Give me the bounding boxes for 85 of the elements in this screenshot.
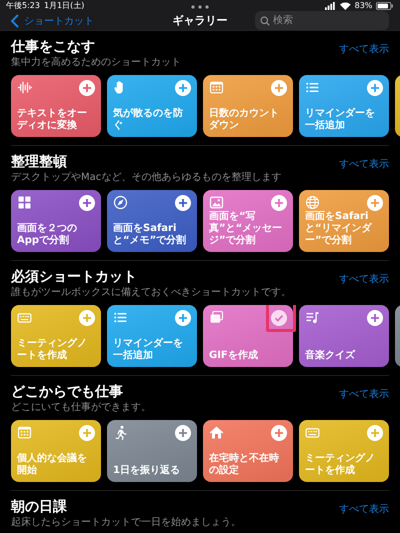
battery-percent: 83%	[354, 1, 372, 10]
house-icon	[209, 425, 224, 440]
see-all-link[interactable]: すべて表示	[339, 272, 389, 286]
shortcut-card[interactable]: 個人的な会議を開始	[11, 420, 101, 482]
shortcut-card[interactable]: 音楽クイズ	[299, 305, 389, 367]
card-title: 日数のカウントダウン	[209, 108, 280, 132]
keyboard-icon	[305, 425, 320, 440]
shortcut-card[interactable]: ミーティングノートを作成	[11, 305, 101, 367]
shortcut-card[interactable]: リマインダーを一括追加	[299, 75, 389, 137]
section-title: どこからでも仕事	[11, 383, 124, 401]
back-link[interactable]: ショートカット	[24, 14, 94, 28]
shortcut-card[interactable]: GIFを作成	[203, 305, 293, 367]
battery-icon	[376, 2, 394, 10]
card-title: 在宅時と不在時の設定	[209, 453, 280, 477]
see-all-link[interactable]: すべて表示	[339, 42, 389, 56]
add-button[interactable]	[79, 195, 95, 211]
shortcut-card[interactable]: 1日を振り返る	[107, 420, 197, 482]
multitasking-dots-icon[interactable]	[191, 5, 209, 9]
card-title: GIFを作成	[209, 350, 259, 362]
shortcut-card[interactable]: リマインダーを一括追加	[107, 305, 197, 367]
music-list-icon	[305, 310, 320, 325]
wifi-icon	[340, 2, 351, 10]
signal-icon	[325, 2, 336, 10]
card-title: 個人的な会議を開始	[17, 453, 88, 477]
back-chevron-icon[interactable]	[11, 14, 19, 28]
see-all-link[interactable]: すべて表示	[339, 157, 389, 171]
add-button[interactable]	[367, 80, 383, 96]
shortcut-card[interactable]: 気が散るのを防ぐ	[107, 75, 197, 137]
card-title: ミーティングノートを作成	[305, 453, 376, 477]
list-icon	[113, 310, 128, 325]
shortcut-card[interactable]: 日数のカウントダウン	[203, 75, 293, 137]
shortcut-card[interactable]: テキストをオーディオに変換	[11, 75, 101, 137]
section-subtitle: 起床したらショートカットで一日を始めましょう。	[11, 516, 241, 529]
search-field[interactable]: 検索	[255, 11, 389, 30]
card-title: リマインダーを一括追加	[113, 338, 184, 362]
see-all-link[interactable]: すべて表示	[339, 502, 389, 516]
card-title: 音楽クイズ	[305, 350, 356, 362]
add-button[interactable]	[271, 195, 287, 211]
add-button[interactable]	[175, 80, 191, 96]
section-subtitle: 誰もがツールボックスに備えておくべきショートカットです。	[11, 286, 291, 299]
add-button[interactable]	[175, 195, 191, 211]
section-title: 朝の日課	[11, 498, 68, 516]
status-time: 午後5:23	[6, 0, 40, 11]
keyboard-icon	[17, 310, 32, 325]
shortcut-card[interactable]: 画面を“写真”と“メッセージ”で分割	[203, 190, 293, 252]
shortcut-card[interactable]: 画面を２つのAppで分割	[11, 190, 101, 252]
added-check-button[interactable]	[271, 310, 287, 326]
image-icon	[209, 195, 224, 210]
card-title: 画面をSafariと“リマインダー”で分割	[305, 211, 373, 247]
list-icon	[305, 80, 320, 95]
add-button[interactable]	[175, 425, 191, 441]
status-date: 1月1日(土)	[44, 0, 84, 11]
card-title: 画面を２つのAppで分割	[17, 223, 78, 247]
add-button[interactable]	[271, 425, 287, 441]
calendar-icon	[209, 80, 224, 95]
compass-icon	[113, 195, 128, 210]
section-subtitle: デスクトップやMacなど、その他あらゆるものを整理します	[11, 171, 282, 184]
photos-icon	[209, 310, 224, 325]
search-icon	[260, 16, 270, 26]
waveform-icon	[17, 80, 32, 95]
globe-icon	[305, 195, 320, 210]
section-title: 必須ショートカット	[11, 268, 138, 286]
section-title: 整理整頓	[11, 153, 68, 171]
see-all-link[interactable]: すべて表示	[339, 387, 389, 401]
section-subtitle: どこにいても仕事ができます。	[11, 401, 151, 414]
card-title: 気が散るのを防ぐ	[113, 108, 184, 132]
grid-icon	[17, 195, 32, 210]
add-button[interactable]	[175, 310, 191, 326]
card-title: テキストをオーディオに変換	[17, 108, 88, 132]
card-title: ミーティングノートを作成	[17, 338, 88, 362]
shortcut-card[interactable]: 画面をSafariと“メモ”で分割	[107, 190, 197, 252]
card-title: 画面を“写真”と“メッセージ”で分割	[209, 211, 284, 247]
card-title: リマインダーを一括追加	[305, 108, 376, 132]
window-title: ギャラリー	[172, 13, 228, 28]
card-title: 画面をSafariと“メモ”で分割	[113, 223, 188, 247]
section-title: 仕事をこなす	[11, 38, 96, 56]
shortcut-card[interactable]: 画面をSafariと“リマインダー”で分割	[299, 190, 389, 252]
add-button[interactable]	[367, 310, 383, 326]
section-subtitle: 集中力を高めるためのショートカット	[11, 56, 181, 69]
calendar-icon	[17, 425, 32, 440]
card-title: 1日を振り返る	[113, 465, 181, 477]
shortcut-card[interactable]: ミーティングノートを作成	[299, 420, 389, 482]
add-button[interactable]	[79, 80, 95, 96]
running-figure-icon	[113, 425, 128, 440]
shortcut-card[interactable]: 在宅時と不在時の設定	[203, 420, 293, 482]
